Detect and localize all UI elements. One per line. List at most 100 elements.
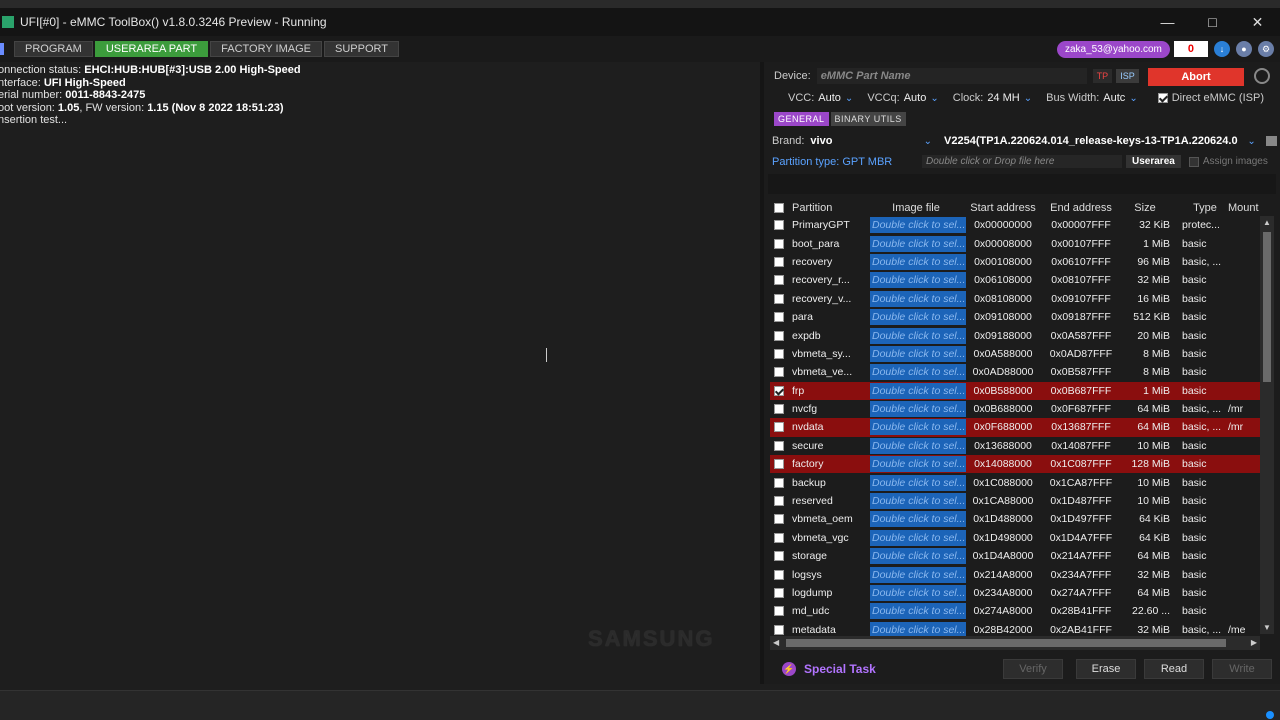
table-row[interactable]: logsys Double click to sel... 0x214A8000 0x…: [770, 565, 1260, 583]
device-part-name-field[interactable]: eMMC Part Name: [816, 68, 1087, 84]
table-row[interactable]: recovery_v... Double click to sel... 0x081…: [770, 290, 1260, 308]
row-checkbox[interactable]: [774, 238, 784, 249]
image-file-cell[interactable]: Double click to sel...: [870, 621, 966, 636]
bus-width-select[interactable]: Autc ⌄: [1103, 92, 1137, 104]
row-checkbox[interactable]: [774, 588, 784, 598]
image-file-cell[interactable]: Double click to sel...: [870, 529, 966, 546]
row-checkbox[interactable]: [774, 422, 784, 433]
row-checkbox[interactable]: [774, 220, 784, 231]
row-checkbox[interactable]: [774, 348, 784, 359]
table-row[interactable]: recovery_r... Double click to sel... 0x061…: [770, 271, 1260, 289]
table-row[interactable]: reserved Double click to sel... 0x1CA88000…: [770, 492, 1260, 510]
drop-file-area[interactable]: Double click or Drop file here: [922, 155, 1122, 168]
horizontal-scrollbar[interactable]: ◀ ▶: [770, 636, 1260, 650]
header-partition[interactable]: Partition: [792, 202, 868, 214]
isp-button[interactable]: ISP: [1116, 69, 1139, 83]
tab-support[interactable]: SUPPORT: [324, 41, 399, 57]
table-row[interactable]: nvdata Double click to sel... 0x0F688000 0x…: [770, 418, 1260, 437]
verify-button[interactable]: Verify: [1003, 659, 1063, 679]
row-checkbox[interactable]: [774, 569, 784, 580]
header-image-file[interactable]: Image file: [868, 202, 964, 214]
row-checkbox[interactable]: [774, 514, 784, 525]
image-file-cell[interactable]: Double click to sel...: [870, 456, 966, 473]
image-file-cell[interactable]: Double click to sel...: [870, 548, 966, 565]
table-row[interactable]: vbmeta_sy... Double click to sel... 0x0A58…: [770, 345, 1260, 363]
image-file-cell[interactable]: Double click to sel...: [870, 474, 966, 491]
tab-userarea-part[interactable]: USERAREA PART: [94, 41, 209, 57]
row-checkbox[interactable]: [774, 330, 784, 341]
image-file-cell[interactable]: Double click to sel...: [870, 217, 966, 234]
assign-images-checkbox[interactable]: Assign images: [1188, 156, 1268, 167]
row-checkbox[interactable]: [774, 256, 784, 267]
image-file-cell[interactable]: Double click to sel...: [870, 364, 966, 381]
table-row[interactable]: vbmeta_oem Double click to sel... 0x1D4880…: [770, 510, 1260, 528]
firmware-select[interactable]: V2254(TP1A.220624.014_release-keys-13-TP…: [944, 135, 1243, 147]
row-checkbox[interactable]: [774, 293, 784, 304]
row-checkbox[interactable]: [774, 459, 784, 470]
brand-select[interactable]: vivo ⌄: [810, 135, 932, 147]
close-icon[interactable]: ✕: [1235, 8, 1280, 36]
table-row[interactable]: metadata Double click to sel... 0x28B42000…: [770, 621, 1260, 636]
maximize-icon[interactable]: □: [1190, 8, 1235, 36]
row-checkbox[interactable]: [774, 624, 784, 635]
image-file-cell[interactable]: Double click to sel...: [870, 290, 966, 307]
table-row[interactable]: boot_para Double click to sel... 0x0000800…: [770, 234, 1260, 252]
table-row[interactable]: backup Double click to sel... 0x1C088000 0x…: [770, 473, 1260, 491]
abort-button[interactable]: Abort: [1148, 68, 1244, 86]
image-file-cell[interactable]: Double click to sel...: [870, 603, 966, 620]
row-checkbox[interactable]: [774, 440, 784, 451]
chevron-down-icon[interactable]: ⌄: [1247, 136, 1255, 147]
row-checkbox[interactable]: [774, 385, 784, 396]
table-row[interactable]: logdump Double click to sel... 0x234A8000 0…: [770, 584, 1260, 602]
power-icon[interactable]: [1254, 68, 1270, 84]
vcc-select[interactable]: Auto ⌄: [818, 92, 853, 104]
image-file-cell[interactable]: Double click to sel...: [870, 345, 966, 362]
table-row[interactable]: secure Double click to sel... 0x13688000 0x…: [770, 437, 1260, 455]
image-file-cell[interactable]: Double click to sel...: [870, 272, 966, 289]
table-row[interactable]: md_udc Double click to sel... 0x274A8000 0x…: [770, 602, 1260, 620]
header-size[interactable]: Size: [1120, 202, 1178, 214]
user-email[interactable]: zaka_53@yahoo.com: [1057, 40, 1170, 58]
vertical-scrollbar[interactable]: ▲ ▼: [1260, 216, 1274, 634]
row-checkbox[interactable]: [774, 532, 784, 543]
row-checkbox[interactable]: [774, 606, 784, 617]
subtab-binary-utils[interactable]: BINARY UTILS: [830, 112, 906, 126]
image-file-cell[interactable]: Double click to sel...: [870, 566, 966, 583]
image-file-cell[interactable]: Double click to sel...: [870, 235, 966, 252]
table-row[interactable]: nvcfg Double click to sel... 0x0B688000 0x0…: [770, 400, 1260, 418]
microphone-icon[interactable]: ●: [1236, 41, 1252, 57]
clock-select[interactable]: 24 MH ⌄: [987, 92, 1032, 104]
header-start-address[interactable]: Start address: [964, 202, 1042, 214]
read-button[interactable]: Read: [1144, 659, 1204, 679]
image-file-cell[interactable]: Double click to sel...: [870, 382, 966, 399]
row-checkbox[interactable]: [774, 551, 784, 562]
write-button[interactable]: Write: [1212, 659, 1272, 679]
table-row[interactable]: vbmeta_vgc Double click to sel... 0x1D4980…: [770, 529, 1260, 547]
header-mount-point[interactable]: Mount p: [1228, 202, 1260, 214]
table-row[interactable]: storage Double click to sel... 0x1D4A8000 0…: [770, 547, 1260, 565]
image-file-cell[interactable]: Double click to sel...: [870, 401, 966, 418]
download-icon[interactable]: ↓: [1214, 41, 1230, 57]
select-all-checkbox[interactable]: [774, 203, 784, 213]
userarea-badge[interactable]: Userarea: [1126, 155, 1181, 168]
direct-emmc-checkbox[interactable]: Direct eMMC (ISP): [1157, 92, 1264, 104]
table-row[interactable]: expdb Double click to sel... 0x09188000 0x0…: [770, 326, 1260, 344]
image-file-cell[interactable]: Double click to sel...: [870, 493, 966, 510]
menu-icon[interactable]: [0, 43, 4, 55]
table-row[interactable]: factory Double click to sel... 0x14088000 0…: [770, 455, 1260, 474]
tab-factory-image[interactable]: FACTORY IMAGE: [210, 41, 322, 57]
table-row[interactable]: PrimaryGPT Double click to sel... 0x000000…: [770, 216, 1260, 234]
table-row[interactable]: para Double click to sel... 0x09108000 0x09…: [770, 308, 1260, 326]
image-file-cell[interactable]: Double click to sel...: [870, 585, 966, 601]
image-file-cell[interactable]: Double click to sel...: [870, 253, 966, 270]
vccq-select[interactable]: Auto ⌄: [904, 92, 939, 104]
row-checkbox[interactable]: [774, 404, 784, 415]
row-checkbox[interactable]: [774, 312, 784, 323]
header-type[interactable]: Type: [1178, 202, 1228, 214]
image-file-cell[interactable]: Double click to sel...: [870, 309, 966, 326]
filter-bar[interactable]: [768, 174, 1276, 194]
subtab-general[interactable]: GENERAL: [774, 112, 829, 126]
row-checkbox[interactable]: [774, 496, 784, 507]
image-file-cell[interactable]: Double click to sel...: [870, 437, 966, 454]
table-row[interactable]: vbmeta_ve... Double click to sel... 0x0AD8…: [770, 363, 1260, 381]
